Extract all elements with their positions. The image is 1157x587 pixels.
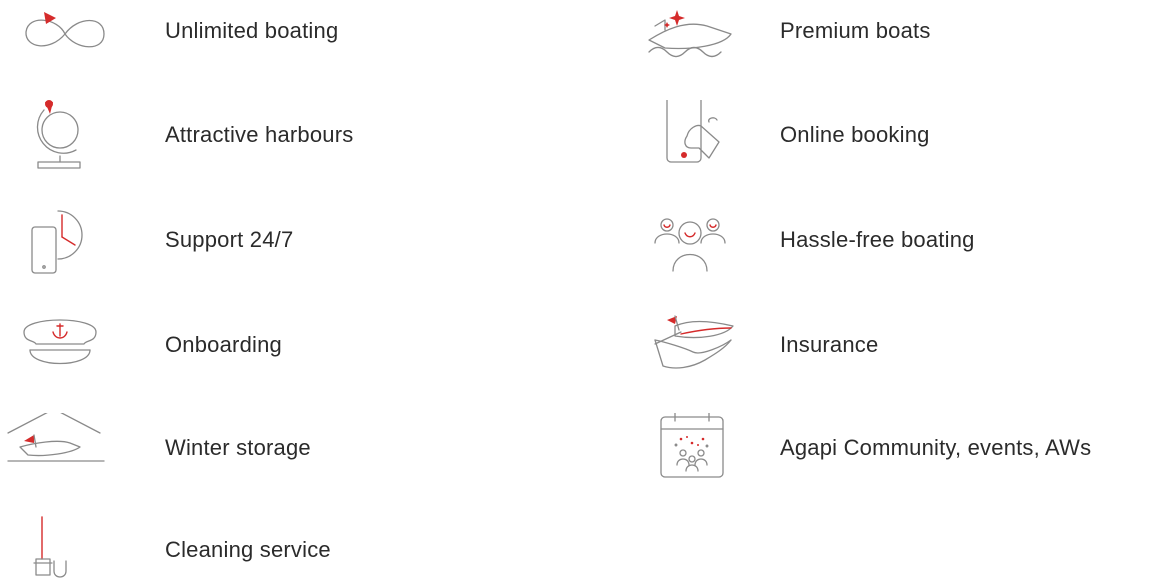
feature-label: Agapi Community, events, AWs (780, 435, 1092, 460)
feature-label: Winter storage (165, 435, 311, 460)
captain-hat-icon (20, 310, 110, 380)
feature-label: Hassle-free boating (780, 227, 975, 252)
feature-premium-boats: Premium boats (645, 0, 1157, 66)
feature-label: Onboarding (165, 332, 282, 357)
feature-label: Premium boats (780, 18, 931, 43)
happy-people-icon (645, 205, 735, 275)
feature-support-24-7: Support 24/7 (20, 205, 540, 275)
feature-online-booking: Online booking (645, 100, 1157, 170)
feature-agapi-community: Agapi Community, events, AWs (645, 413, 1157, 483)
feature-attractive-harbours: Attractive harbours (20, 100, 540, 170)
feature-insurance: Insurance (645, 310, 1157, 380)
feature-hassle-free-boating: Hassle-free boating (645, 205, 1157, 275)
feature-label: Attractive harbours (165, 122, 354, 147)
feature-winter-storage: Winter storage (6, 413, 526, 483)
feature-label: Cleaning service (165, 537, 331, 562)
phone-clock-icon (20, 205, 110, 275)
feature-cleaning-service: Cleaning service (20, 515, 540, 585)
infinity-icon (20, 0, 110, 66)
feature-label: Insurance (780, 332, 879, 357)
boat-shed-icon (6, 413, 106, 483)
feature-label: Online booking (780, 122, 930, 147)
sparkling-boat-icon (645, 0, 735, 66)
feature-onboarding: Onboarding (20, 310, 540, 380)
feature-unlimited-boating: Unlimited boating (20, 0, 540, 66)
phone-tap-icon (645, 100, 735, 170)
hand-boat-icon (645, 310, 735, 380)
feature-label: Support 24/7 (165, 227, 294, 252)
mop-bucket-icon (20, 515, 110, 585)
calendar-people-icon (645, 413, 735, 483)
globe-icon (20, 100, 110, 170)
feature-label: Unlimited boating (165, 18, 339, 43)
